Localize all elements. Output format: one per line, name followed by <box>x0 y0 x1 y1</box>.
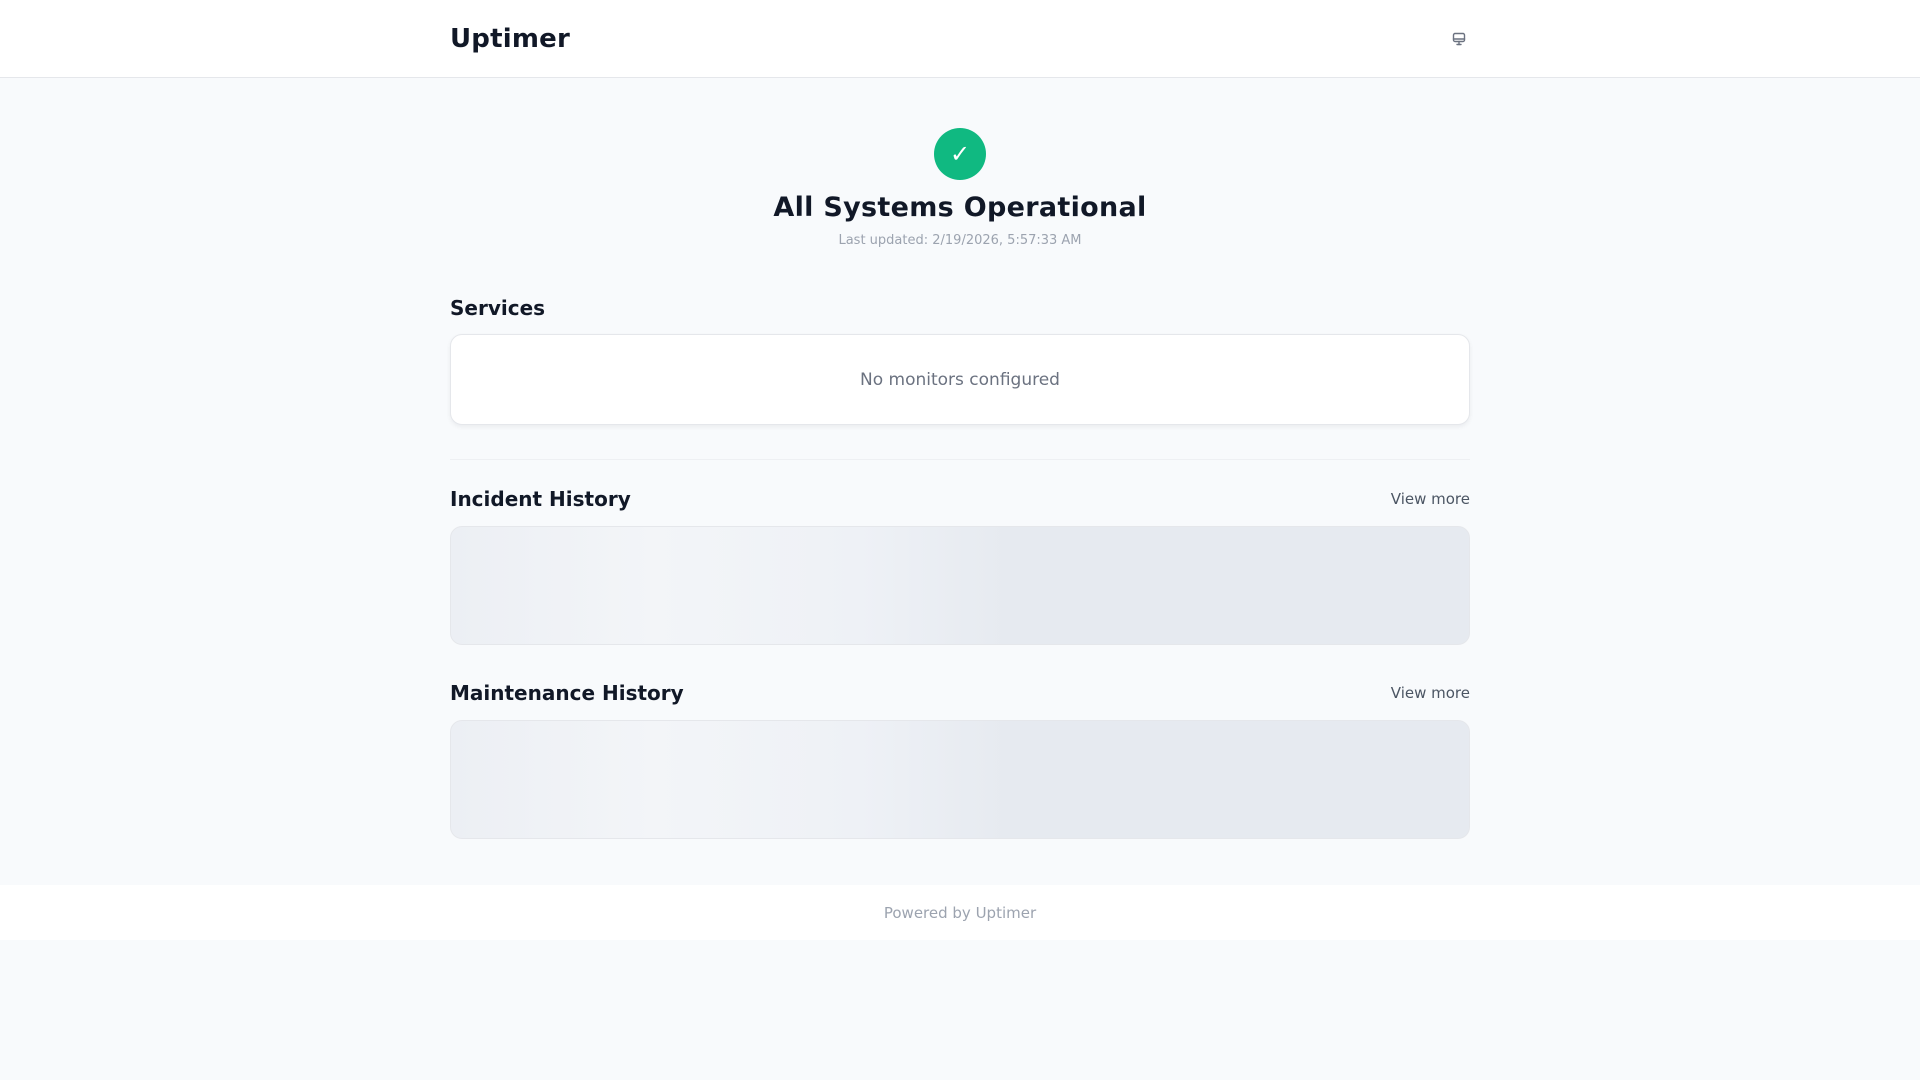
empty-monitors-message: No monitors configured <box>860 369 1060 390</box>
maintenance-history-title: Maintenance History <box>450 681 684 705</box>
last-updated: Last updated: 2/19/2026, 5:57:33 AM <box>838 233 1082 248</box>
maintenance-history-skeleton <box>450 720 1470 839</box>
services-header: Services <box>450 296 1470 320</box>
brand-title[interactable]: Uptimer <box>450 24 570 54</box>
maintenance-view-more-link[interactable]: View more <box>1391 684 1470 702</box>
services-title: Services <box>450 296 546 320</box>
status-title: All Systems Operational <box>773 192 1147 223</box>
footer-text: Powered by Uptimer <box>883 903 1037 922</box>
incident-history-header: Incident History View more <box>450 487 1470 511</box>
incident-history-skeleton <box>450 526 1470 645</box>
overall-status: ✓ All Systems Operational Last updated: … <box>450 78 1470 248</box>
header-container: Uptimer <box>450 0 1470 77</box>
incident-view-more-link[interactable]: View more <box>1391 490 1470 508</box>
maintenance-history-header: Maintenance History View more <box>450 681 1470 705</box>
main-content: ✓ All Systems Operational Last updated: … <box>450 78 1470 839</box>
site-header: Uptimer <box>0 0 1920 78</box>
maintenance-history-section: Maintenance History View more <box>450 681 1470 839</box>
monitor-icon <box>1452 32 1466 45</box>
services-card: No monitors configured <box>450 334 1470 425</box>
site-footer: Powered by Uptimer <box>0 885 1920 940</box>
incident-history-section: Incident History View more <box>450 487 1470 645</box>
services-section: Services No monitors configured <box>450 296 1470 425</box>
incident-history-title: Incident History <box>450 487 631 511</box>
check-icon: ✓ <box>934 128 986 180</box>
section-divider <box>450 459 1470 460</box>
theme-toggle-button[interactable] <box>1442 22 1476 56</box>
